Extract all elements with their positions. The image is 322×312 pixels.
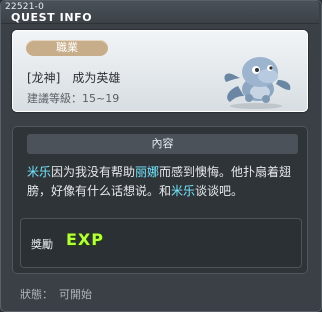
status-value: 可開始 [59,288,92,301]
quest-description: 米乐因为我没有帮助丽娜而感到懊悔。他扑扇着翅膀，好像有什么话想说。和米乐谈谈吧。 [27,163,292,201]
exp-label: EXP [66,230,104,249]
description-text: 因为我没有帮助 [51,165,136,179]
npc-name-link: 米乐 [171,184,196,198]
recommended-level: 建議等級：15~19 [27,92,120,105]
dragon-mascot-icon [224,52,291,109]
reward-box [20,218,302,268]
status-label: 狀態： [20,288,53,301]
description-text: 谈谈吧。 [195,184,244,198]
section-header-content: 內容 [27,134,298,154]
reward-label: 獎勵 [31,238,53,251]
npc-name-link: 米乐 [27,165,52,179]
quest-status: 狀態： 可開始 [20,286,92,302]
window-title: QUEST INFO [11,11,93,24]
job-badge: 職業 [26,40,108,56]
quest-name: [龙神] 成为英雄 [27,71,121,85]
npc-name-link: 丽娜 [135,165,160,179]
title-bar[interactable]: 22521-0 QUEST INFO [1,1,319,24]
